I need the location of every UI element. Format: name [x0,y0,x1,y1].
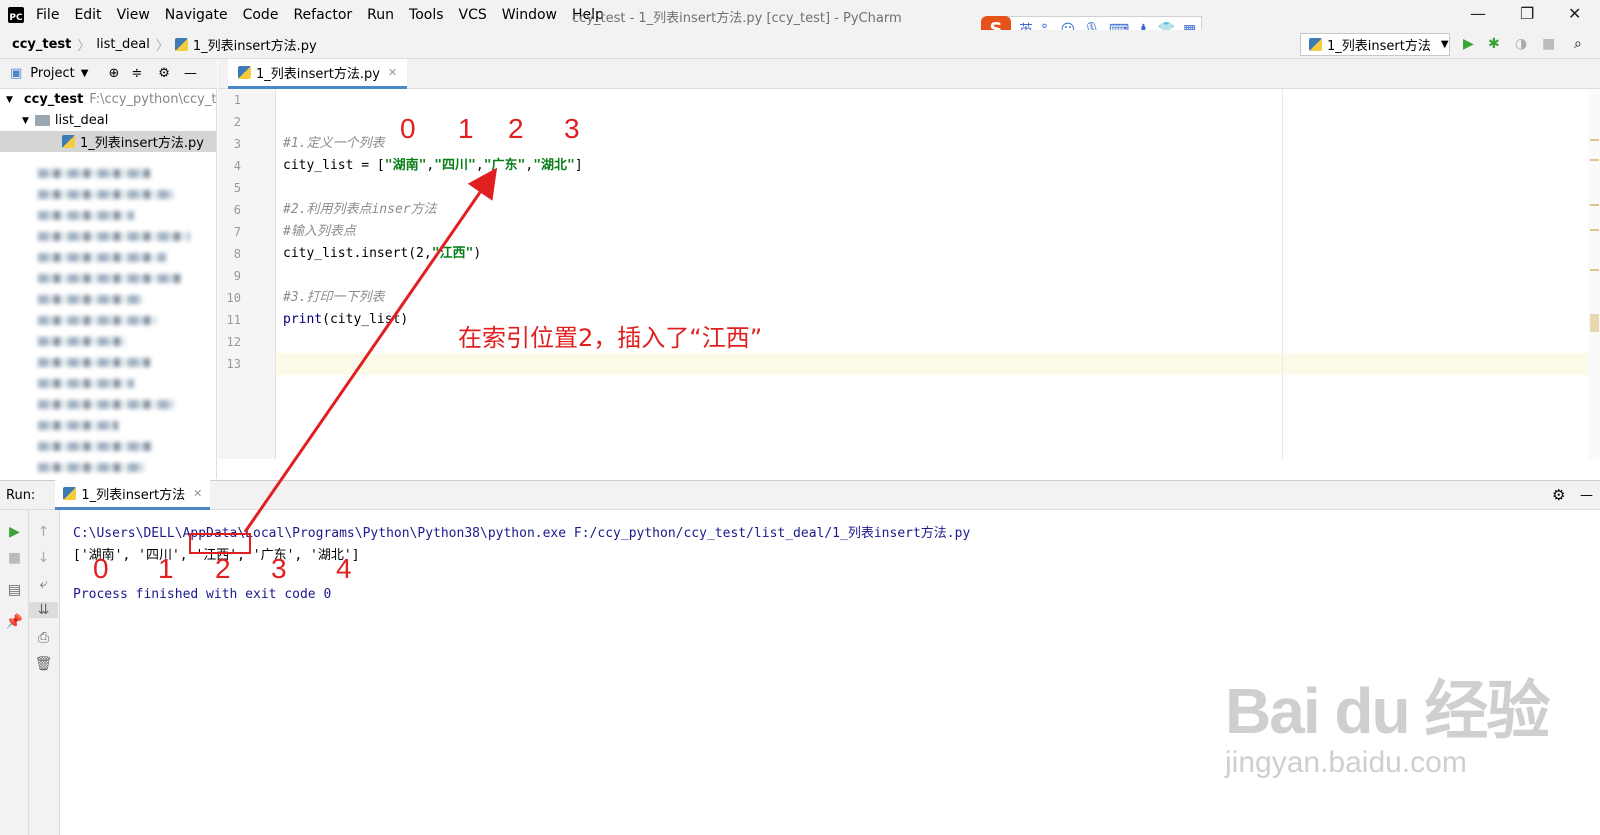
baidu-watermark: Bai du 经验 jingyan.baidu.com [1225,660,1550,780]
watermark-brand: Bai du 经验 [1225,675,1550,747]
